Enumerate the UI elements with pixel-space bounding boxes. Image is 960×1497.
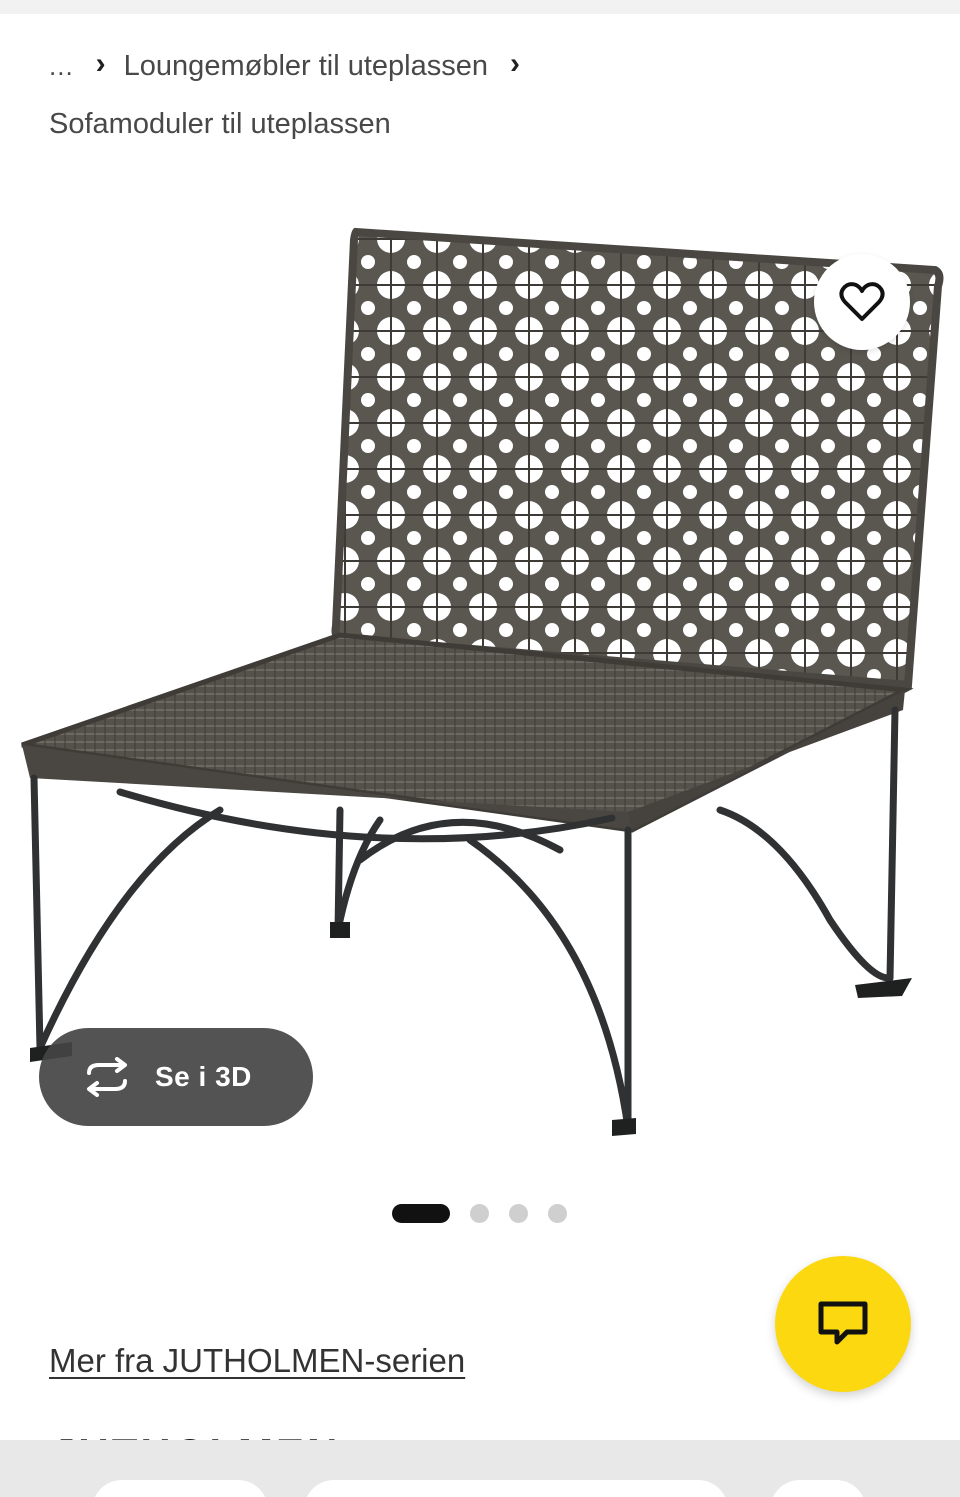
series-link[interactable]: Mer fra JUTHOLMEN-serien: [49, 1342, 465, 1380]
breadcrumb-item-sofa-modules[interactable]: Sofamoduler til uteplassen: [49, 102, 919, 146]
carousel-dot-active[interactable]: [392, 1204, 450, 1223]
product-page: ... › Loungemøbler til uteplassen › Sofa…: [0, 0, 960, 1497]
breadcrumb-ellipsis[interactable]: ...: [49, 37, 74, 95]
chat-button[interactable]: [775, 1256, 911, 1392]
carousel-pagination: [392, 1204, 587, 1223]
bottom-toolbar-item[interactable]: [304, 1480, 728, 1497]
heart-outline-icon: [839, 282, 885, 321]
chevron-right-icon: ›: [95, 47, 106, 80]
bottom-toolbar-item[interactable]: [92, 1480, 268, 1497]
carousel-dot[interactable]: [509, 1204, 528, 1223]
breadcrumb: ... › Loungemøbler til uteplassen › Sofa…: [49, 44, 919, 146]
bottom-toolbar-item[interactable]: [770, 1480, 866, 1497]
breadcrumb-row: ... › Loungemøbler til uteplassen ›: [49, 44, 919, 88]
favorite-button[interactable]: [814, 254, 910, 350]
view-in-3d-label: Se i 3D: [155, 1061, 252, 1092]
view-in-3d-button[interactable]: Se i 3D: [39, 1028, 313, 1126]
carousel-dot[interactable]: [548, 1204, 567, 1223]
carousel-dot[interactable]: [470, 1204, 489, 1223]
chat-bubble-icon: [818, 1301, 868, 1345]
bottom-toolbar: [0, 1440, 960, 1497]
status-strip: [0, 0, 960, 14]
chevron-right-icon: ›: [510, 47, 520, 80]
rotate-3d-icon: [87, 1057, 127, 1097]
breadcrumb-item-lounge-furniture[interactable]: Loungemøbler til uteplassen: [124, 37, 488, 95]
